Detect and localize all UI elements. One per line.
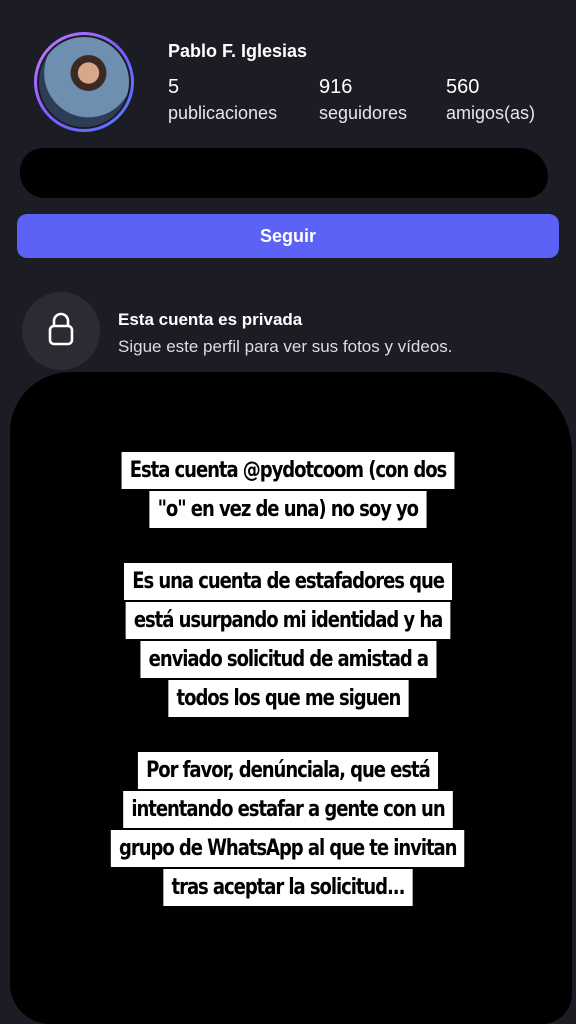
profile-page: Pablo F. Iglesias 5 publicaciones 916 se…	[0, 0, 576, 1024]
stat-posts-count: 5	[168, 76, 180, 98]
story-line: Es una cuenta de estafadores que	[123, 563, 453, 600]
story-line: está usurpando mi identidad y ha	[125, 602, 451, 639]
private-account-title: Esta cuenta es privada	[118, 310, 303, 329]
stat-followers-label: seguidores	[319, 103, 408, 123]
story-line: todos los que me siguen	[167, 680, 409, 717]
story-line: intentando estafar a gente con un	[123, 791, 453, 828]
private-account-subtitle: Sigue este perfil para ver sus fotos y v…	[118, 337, 453, 356]
avatar[interactable]	[34, 32, 134, 132]
story-text-overlay: Esta cuenta @pydotcoom (con dos "o" en v…	[0, 452, 576, 941]
private-lock-badge	[22, 292, 100, 370]
stat-friends-count: 560	[446, 76, 480, 98]
story-line: Esta cuenta @pydotcoom (con dos	[121, 452, 455, 489]
profile-name: Pablo F. Iglesias	[168, 41, 308, 61]
story-paragraph: Es una cuenta de estafadores que está us…	[0, 563, 576, 719]
stat-posts[interactable]: 5 publicaciones	[168, 76, 277, 124]
follow-button[interactable]: Seguir	[17, 214, 559, 258]
story-line: Por favor, denúnciala, que está	[138, 752, 438, 789]
stat-followers-count: 916	[319, 76, 353, 98]
avatar-photo	[37, 35, 131, 129]
story-line: enviado solicitud de amistad a	[140, 641, 436, 678]
story-paragraph: Esta cuenta @pydotcoom (con dos "o" en v…	[0, 452, 576, 530]
story-line: grupo de WhatsApp al que te invitan	[111, 830, 465, 867]
stat-friends-label: amigos(as)	[446, 103, 536, 123]
redacted-bio	[20, 148, 548, 198]
stat-followers[interactable]: 916 seguidores	[319, 76, 407, 124]
story-line: tras aceptar la solicitud...	[163, 869, 413, 906]
stat-friends[interactable]: 560 amigos(as)	[446, 76, 535, 124]
story-line: "o" en vez de una) no soy yo	[149, 491, 427, 528]
stat-posts-label: publicaciones	[168, 103, 278, 123]
lock-icon	[48, 312, 74, 351]
story-paragraph: Por favor, denúnciala, que está intentan…	[0, 752, 576, 908]
